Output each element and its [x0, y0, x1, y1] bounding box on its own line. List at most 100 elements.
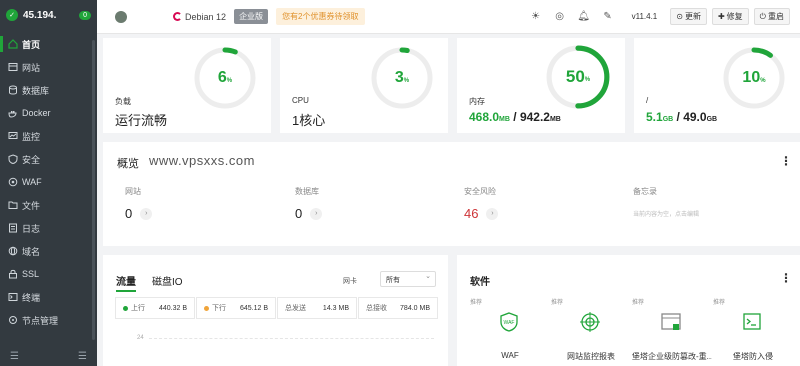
chevron-right-icon[interactable]: ›	[140, 207, 153, 220]
coupon-promo[interactable]: 您有2个优惠券待领取	[276, 8, 365, 25]
sidebar-item-label: 安全	[22, 154, 41, 165]
monitor-icon	[8, 131, 18, 141]
docker-icon	[8, 108, 18, 118]
sidebar-item-website[interactable]: 网站	[0, 56, 97, 78]
sidebar-item-label: 节点管理	[22, 315, 59, 326]
memory-usage: 468.0MB / 942.2MB	[469, 110, 561, 124]
browser-lock-icon	[660, 311, 682, 333]
download-speed: 645.12 B	[239, 304, 268, 312]
disk-percent: 10	[742, 69, 761, 86]
software-item-tamper-proof[interactable]: 推荐 堡塔企业级防篡改-重... 预览 购买	[632, 297, 712, 366]
recommended-tag: 推荐	[713, 300, 726, 306]
chevron-right-icon[interactable]: ›	[486, 207, 499, 220]
upload-dot-icon	[123, 305, 128, 311]
avatar[interactable]	[115, 10, 127, 23]
sidebar-item-home[interactable]: 首页	[0, 33, 97, 55]
svg-text:WAF: WAF	[504, 320, 515, 326]
software-item-waf[interactable]: 推荐 WAF WAF 预览 购买	[470, 297, 550, 366]
overview-security-risks[interactable]: 安全风险 46 ›	[464, 186, 499, 221]
download-stat: 下行 645.12 B	[196, 297, 276, 319]
recommended-tag: 推荐	[632, 300, 645, 306]
home-icon	[8, 39, 18, 49]
sidebar-header: ✓ 45.194. 0	[0, 0, 97, 30]
disk-ring: 10%	[722, 46, 786, 110]
total-received-stat: 总接收 784.0 MB	[358, 297, 438, 319]
traffic-card: 流量 磁盘IO 网卡 所有 上行 440.32 B 下行 645.12 B 总发…	[103, 255, 448, 366]
overview-more-icon[interactable]: ⋮	[780, 154, 792, 168]
shield-icon	[8, 154, 18, 165]
menu-list-icon[interactable]: ☰	[78, 351, 87, 362]
log-icon	[8, 223, 18, 233]
total-received: 784.0 MB	[400, 304, 430, 312]
sidebar-item-terminal[interactable]: 终端	[0, 286, 97, 308]
sidebar-item-ssl[interactable]: SSL	[0, 263, 97, 285]
notification-badge[interactable]: 0	[79, 10, 91, 20]
software-title: 软件	[470, 277, 490, 288]
load-card[interactable]: 6% 负载 运行流畅	[103, 38, 271, 133]
sidebar-item-label: 文件	[22, 200, 41, 211]
overview-memo[interactable]: 备忘录 当前内容为空，点击编辑	[633, 186, 699, 218]
database-icon	[8, 85, 18, 95]
cpu-label: CPU	[292, 96, 309, 105]
sidebar-item-label: 终端	[22, 292, 41, 303]
sidebar-scrollbar[interactable]	[92, 40, 95, 340]
target-icon	[579, 311, 601, 333]
sidebar-item-database[interactable]: 数据库	[0, 79, 97, 101]
load-ring: 6%	[193, 46, 257, 110]
memory-percent: 50	[565, 67, 585, 86]
cpu-card[interactable]: 3% CPU 1核心	[280, 38, 448, 133]
sidebar-item-docker[interactable]: Docker	[0, 102, 97, 124]
update-button[interactable]: ⊙ 更新	[670, 8, 707, 25]
panel-logo-icon: ✓	[6, 9, 18, 21]
terminal-shield-icon	[741, 311, 763, 333]
sidebar-item-waf[interactable]: WAF	[0, 171, 97, 193]
wrench-icon: ✚	[717, 12, 725, 21]
sidebar-item-label: 监控	[22, 131, 41, 142]
nic-select[interactable]: 所有	[380, 271, 436, 287]
notes-icon[interactable]: ✎	[602, 11, 614, 23]
edition-badge[interactable]: 企业版	[234, 9, 269, 24]
recommended-tag: 推荐	[551, 300, 564, 306]
nic-label: 网卡	[343, 278, 357, 285]
sidebar-item-label: 首页	[22, 39, 41, 50]
disk-usage: 5.1GB / 49.0GB	[646, 110, 718, 124]
software-item-intrusion-prevention[interactable]: 推荐 堡塔防入侵 购买	[713, 297, 793, 366]
debian-icon	[173, 12, 183, 21]
memory-card[interactable]: 50% 内存 468.0MB / 942.2MB	[457, 38, 625, 133]
disk-card[interactable]: 10% / 5.1GB / 49.0GB	[634, 38, 800, 133]
overview-databases[interactable]: 数据库 0 ›	[295, 186, 323, 221]
sidebar-item-logs[interactable]: 日志	[0, 217, 97, 239]
sidebar-item-security[interactable]: 安全	[0, 148, 97, 170]
tab-disk-io[interactable]: 磁盘IO	[152, 273, 183, 288]
sidebar-item-files[interactable]: 文件	[0, 194, 97, 216]
panel-version: v11.4.1	[631, 12, 658, 21]
load-status: 运行流畅	[115, 113, 168, 128]
software-name: WAF	[501, 351, 519, 360]
username-masked[interactable]	[131, 12, 161, 22]
sidebar-item-node-management[interactable]: 节点管理	[0, 309, 97, 331]
folder-icon	[8, 200, 18, 210]
memo-hint[interactable]: 当前内容为空，点击编辑	[633, 209, 699, 218]
sidebar-item-label: 日志	[22, 223, 41, 234]
upload-speed: 440.32 B	[158, 304, 187, 312]
restart-button[interactable]: ⏻ 重启	[753, 8, 790, 25]
software-more-icon[interactable]: ⋮	[780, 271, 792, 285]
tab-traffic[interactable]: 流量	[116, 273, 136, 292]
chart-y-tick: 24	[137, 335, 144, 341]
collapse-sidebar-icon[interactable]: ☰	[10, 351, 19, 362]
chart-grid-line	[149, 338, 434, 339]
terminal-icon	[8, 292, 18, 302]
bell-icon[interactable]: 🔔︎	[577, 11, 590, 23]
server-ip[interactable]: 45.194.	[23, 10, 74, 21]
total-sent-stat: 总发送 14.3 MB	[277, 297, 357, 319]
overview-websites[interactable]: 网站 0 ›	[125, 186, 153, 221]
support-icon[interactable]: ◎	[554, 11, 566, 23]
theme-sun-icon[interactable]: ☀	[530, 11, 542, 23]
recommended-tag: 推荐	[470, 300, 483, 306]
chevron-right-icon[interactable]: ›	[310, 207, 323, 220]
sidebar-item-domain[interactable]: 域名	[0, 240, 97, 262]
software-item-site-monitor[interactable]: 推荐 网站监控报表 预览 购买	[551, 297, 631, 366]
repair-button[interactable]: ✚ 修复	[711, 8, 749, 25]
sidebar-item-monitor[interactable]: 监控	[0, 125, 97, 147]
database-count: 0	[295, 206, 303, 221]
